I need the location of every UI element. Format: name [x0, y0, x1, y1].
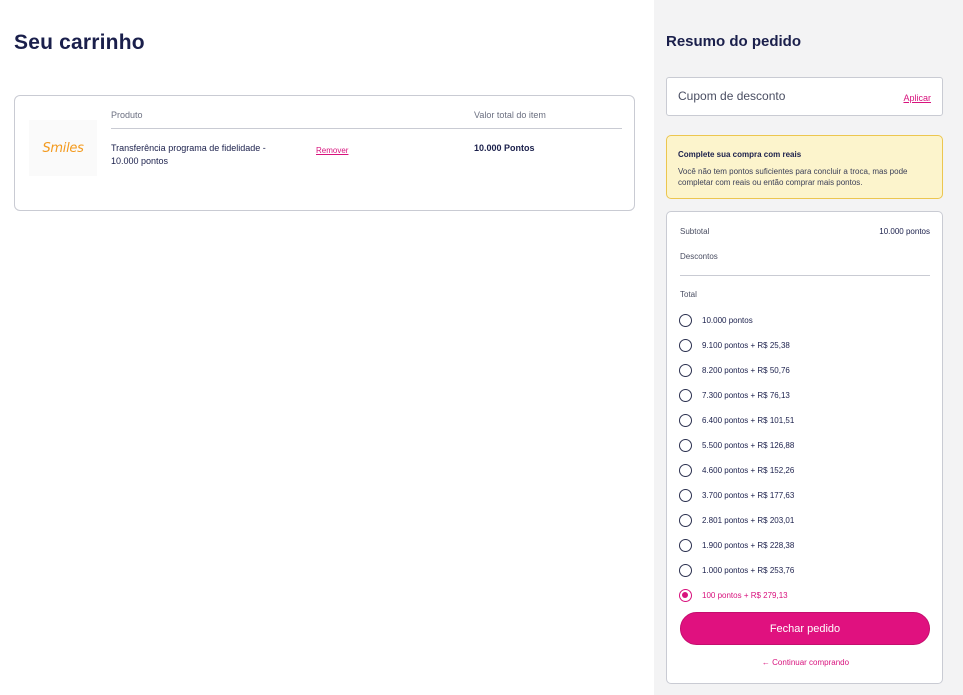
payment-option-label: 8.200 pontos + R$ 50,76 — [702, 365, 790, 375]
smiles-logo-text: Smiles — [42, 140, 84, 156]
payment-option[interactable]: 4.600 pontos + R$ 152,26 — [679, 462, 794, 478]
payment-option[interactable]: 10.000 pontos — [679, 312, 753, 328]
column-header-total: Valor total do item — [474, 110, 546, 120]
cart-item-card: Smiles Produto Valor total do item Trans… — [14, 95, 635, 211]
payment-option[interactable]: 6.400 pontos + R$ 101,51 — [679, 412, 794, 428]
continue-shopping-link[interactable]: ← Continuar comprando — [667, 658, 944, 667]
radio-button[interactable] — [679, 388, 692, 402]
subtotal-value: 10.000 pontos — [879, 227, 930, 236]
coupon-box: Aplicar — [666, 77, 943, 116]
payment-option[interactable]: 7.300 pontos + R$ 76,13 — [679, 387, 790, 403]
totals-divider — [680, 275, 930, 276]
payment-option-label: 1.900 pontos + R$ 228,38 — [702, 540, 795, 550]
radio-button[interactable] — [679, 563, 692, 577]
radio-button[interactable] — [679, 413, 692, 427]
total-label: Total — [680, 290, 697, 299]
payment-option-label: 4.600 pontos + R$ 152,26 — [702, 465, 795, 475]
product-name: Transferência programa de fidelidade - 1… — [111, 143, 266, 166]
payment-option-label: 1.000 pontos + R$ 253,76 — [702, 565, 795, 575]
radio-button[interactable] — [679, 513, 692, 527]
totals-card: Subtotal 10.000 pontos Descontos Total 1… — [666, 211, 943, 684]
header-divider — [111, 128, 622, 129]
alert-text: Você não tem pontos suficientes para con… — [678, 167, 908, 187]
column-header-product: Produto — [111, 110, 143, 120]
payment-option[interactable]: 3.700 pontos + R$ 177,63 — [679, 487, 794, 503]
payment-option[interactable]: 5.500 pontos + R$ 126,88 — [679, 437, 794, 453]
payment-option[interactable]: 1.000 pontos + R$ 253,76 — [679, 562, 794, 578]
payment-option[interactable]: 1.900 pontos + R$ 228,38 — [679, 537, 794, 553]
payment-option[interactable]: 9.100 pontos + R$ 25,38 — [679, 337, 790, 353]
radio-button[interactable] — [679, 488, 692, 502]
radio-button[interactable] — [679, 463, 692, 477]
payment-option[interactable]: 100 pontos + R$ 279,13 — [679, 587, 788, 603]
summary-title: Resumo do pedido — [666, 33, 801, 50]
checkout-button[interactable]: Fechar pedido — [680, 612, 930, 645]
apply-coupon-link[interactable]: Aplicar — [903, 93, 931, 103]
cart-section: Seu carrinho Smiles Produto Valor total … — [0, 0, 654, 695]
payment-option-label: 7.300 pontos + R$ 76,13 — [702, 390, 790, 400]
payment-option-label: 6.400 pontos + R$ 101,51 — [702, 415, 795, 425]
remove-item-link[interactable]: Remover — [316, 146, 348, 155]
discounts-label: Descontos — [680, 252, 718, 261]
payment-option[interactable]: 8.200 pontos + R$ 50,76 — [679, 362, 790, 378]
radio-button[interactable] — [679, 588, 692, 602]
payment-option-label: 10.000 pontos — [702, 315, 753, 325]
radio-button[interactable] — [679, 438, 692, 452]
payment-option-label: 9.100 pontos + R$ 25,38 — [702, 340, 790, 350]
order-summary-panel: Resumo do pedido Aplicar Complete sua co… — [654, 0, 963, 695]
smiles-logo: Smiles — [29, 120, 97, 176]
page-title: Seu carrinho — [14, 31, 145, 54]
radio-button[interactable] — [679, 538, 692, 552]
payment-option-label: 100 pontos + R$ 279,13 — [702, 590, 788, 600]
payment-option-label: 2.801 pontos + R$ 203,01 — [702, 515, 795, 525]
coupon-input[interactable] — [678, 89, 878, 103]
payment-option[interactable]: 2.801 pontos + R$ 203,01 — [679, 512, 794, 528]
item-total-value: 10.000 Pontos — [474, 143, 535, 153]
subtotal-label: Subtotal — [680, 227, 710, 236]
radio-button[interactable] — [679, 338, 692, 352]
payment-option-label: 3.700 pontos + R$ 177,63 — [702, 490, 795, 500]
radio-button[interactable] — [679, 313, 692, 327]
radio-button[interactable] — [679, 363, 692, 377]
payment-option-label: 5.500 pontos + R$ 126,88 — [702, 440, 795, 450]
alert-title: Complete sua compra com reais — [678, 150, 802, 159]
points-warning-alert: Complete sua compra com reais Você não t… — [666, 135, 943, 199]
